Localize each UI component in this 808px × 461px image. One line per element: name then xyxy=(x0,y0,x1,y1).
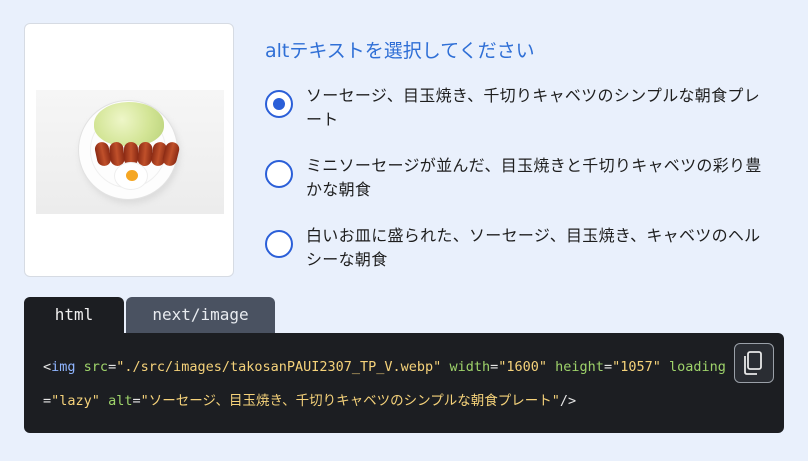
copy-button[interactable] xyxy=(734,343,774,383)
radio-button[interactable] xyxy=(265,160,293,188)
tab-next-image[interactable]: next/image xyxy=(126,297,275,333)
code-block: <img src="./src/images/takosanPAUI2307_T… xyxy=(24,333,784,433)
radio-button[interactable] xyxy=(265,230,293,258)
alt-option-2[interactable]: ミニソーセージが並んだ、目玉焼きと千切りキャベツの彩り豊かな朝食 xyxy=(265,156,775,210)
option-label: ミニソーセージが並んだ、目玉焼きと千切りキャベツの彩り豊かな朝食 xyxy=(306,156,762,199)
image-preview-card xyxy=(24,23,234,277)
radio-button-selected[interactable] xyxy=(265,90,293,118)
breakfast-plate-image xyxy=(36,90,224,214)
cabbage xyxy=(94,102,164,146)
option-label: 白いお皿に盛られた、ソーセージ、目玉焼き、キャベツのヘルシーな朝食 xyxy=(306,226,761,269)
code-line-2: ="lazy" alt="ソーセージ、目玉焼き、千切りキャベツのシンプルな朝食プ… xyxy=(43,393,577,409)
option-label: ソーセージ、目玉焼き、千切りキャベツのシンプルな朝食プレート xyxy=(306,86,761,129)
copy-icon xyxy=(744,351,762,375)
question-heading: altテキストを選択してください xyxy=(265,40,535,62)
tab-html[interactable]: html xyxy=(24,297,124,333)
alt-option-1[interactable]: ソーセージ、目玉焼き、千切りキャベツのシンプルな朝食プレート xyxy=(265,86,775,140)
code-line-1: <img src="./src/images/takosanPAUI2307_T… xyxy=(43,359,726,375)
alt-option-3[interactable]: 白いお皿に盛られた、ソーセージ、目玉焼き、キャベツのヘルシーな朝食 xyxy=(265,226,775,280)
